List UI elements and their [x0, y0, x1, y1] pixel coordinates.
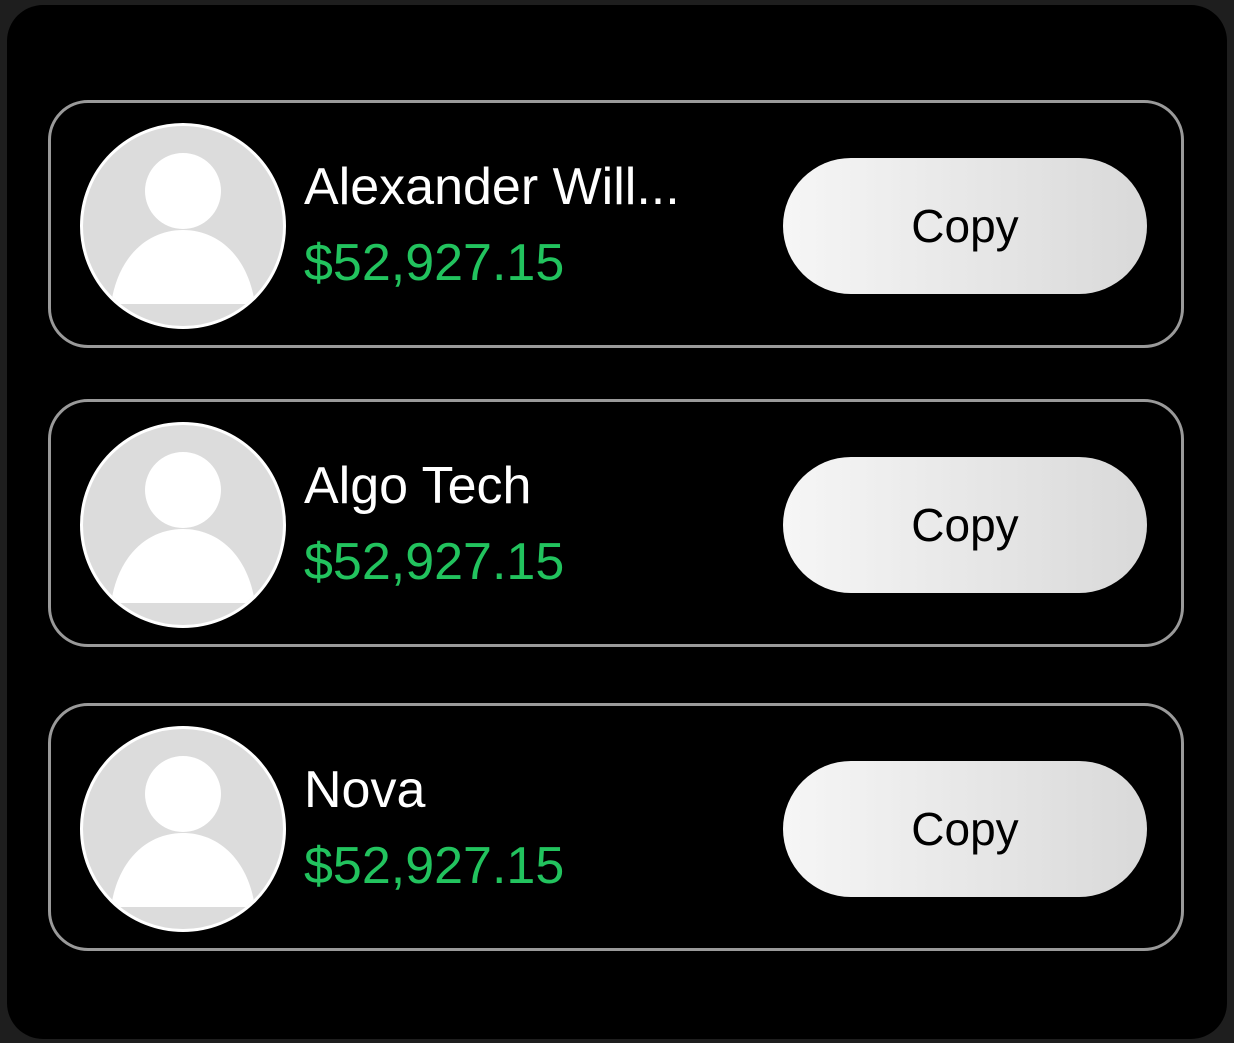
user-placeholder-icon [111, 452, 255, 603]
trader-card: Alexander Will... $52,927.15 Copy [48, 100, 1184, 348]
trader-amount: $52,927.15 [304, 234, 565, 292]
trader-list-panel: Alexander Will... $52,927.15 Copy Algo T… [7, 5, 1227, 1039]
user-placeholder-icon [111, 153, 255, 304]
trader-name: Nova [304, 761, 426, 819]
trader-amount: $52,927.15 [304, 837, 565, 895]
avatar [80, 422, 286, 628]
user-placeholder-icon [111, 756, 255, 907]
avatar [80, 123, 286, 329]
trader-card: Algo Tech $52,927.15 Copy [48, 399, 1184, 647]
trader-name: Alexander Will... [304, 158, 680, 216]
avatar [80, 726, 286, 932]
copy-button[interactable]: Copy [783, 158, 1147, 294]
trader-card: Nova $52,927.15 Copy [48, 703, 1184, 951]
copy-button[interactable]: Copy [783, 761, 1147, 897]
trader-name: Algo Tech [304, 457, 532, 515]
copy-button[interactable]: Copy [783, 457, 1147, 593]
trader-amount: $52,927.15 [304, 533, 565, 591]
